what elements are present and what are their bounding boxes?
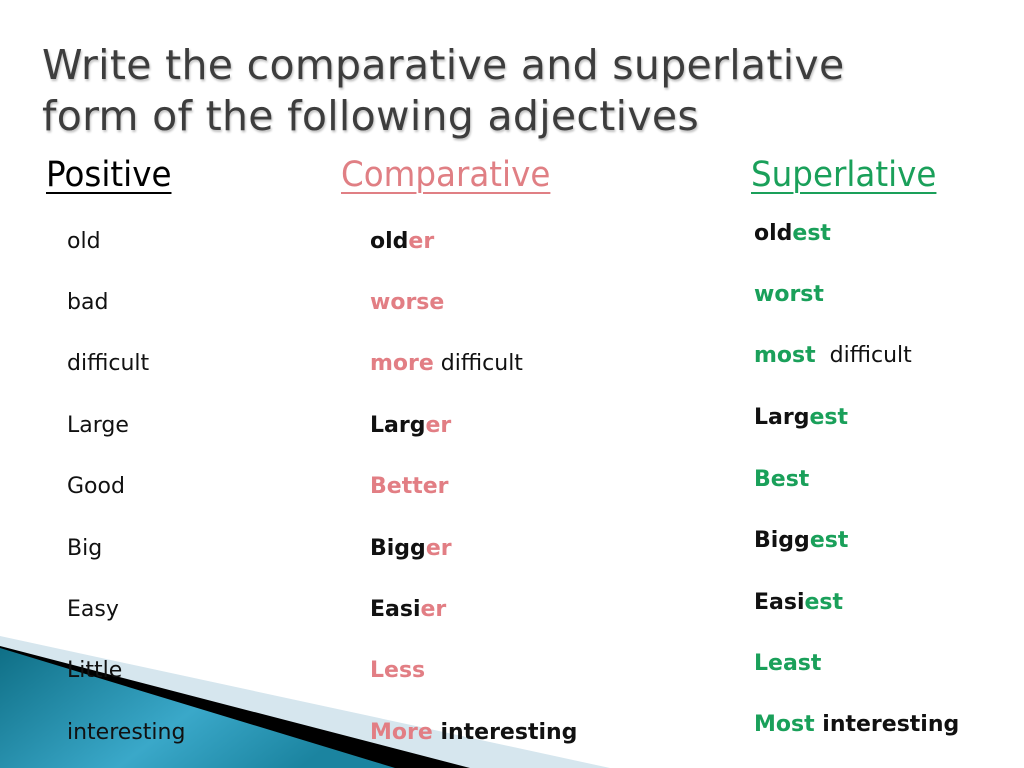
- comparative-word: Better: [370, 474, 449, 499]
- comparative-word: Less: [370, 658, 425, 683]
- word-part: worse: [370, 290, 445, 315]
- superlative-word: Easiest: [754, 590, 843, 615]
- teal-triangle-shape: [0, 648, 395, 768]
- word-part: Most: [754, 712, 815, 737]
- superlative-word: Best: [754, 467, 809, 492]
- word-part: worst: [754, 282, 824, 307]
- superlative-word: Most interesting: [754, 712, 959, 737]
- superlative-word: Largest: [754, 405, 848, 430]
- word-part: most: [754, 343, 816, 368]
- word-part: est: [804, 590, 844, 615]
- word-part: Least: [754, 651, 822, 676]
- superlative-word: worst: [754, 282, 824, 307]
- word-part: er: [408, 229, 435, 254]
- positive-word: bad: [67, 290, 109, 315]
- title-line-1: Write the comparative and superlative: [42, 41, 845, 89]
- word-part: est: [809, 528, 849, 553]
- positive-word: old: [67, 229, 101, 254]
- word-part: er: [420, 597, 447, 622]
- positive-word: interesting: [67, 720, 186, 745]
- positive-word: Little: [67, 658, 123, 683]
- word-part: More: [370, 720, 433, 745]
- word-part: Larg: [754, 405, 810, 430]
- word-part: interesting: [814, 712, 960, 737]
- word-part: est: [809, 405, 849, 430]
- header-comparative: Comparative: [341, 155, 551, 195]
- superlative-word: Biggest: [754, 528, 848, 553]
- title-line-2: form of the following adjectives: [42, 92, 700, 140]
- word-part: Bigg: [754, 528, 810, 553]
- word-part: est: [792, 221, 831, 246]
- superlative-word: most difficult: [754, 343, 912, 368]
- word-part: difficult: [815, 343, 912, 368]
- positive-word: Large: [67, 413, 129, 438]
- header-positive: Positive: [46, 155, 172, 195]
- word-part: difficult: [433, 351, 523, 376]
- positive-word: Big: [67, 536, 103, 561]
- comparative-word: worse: [370, 290, 444, 315]
- positive-word: difficult: [67, 351, 150, 376]
- comparative-word: older: [370, 229, 434, 254]
- word-part: er: [425, 536, 452, 561]
- positive-word: Easy: [67, 597, 119, 622]
- positive-word: Good: [67, 474, 125, 499]
- header-superlative: Superlative: [751, 155, 937, 195]
- comparative-word: Easier: [370, 597, 446, 622]
- comparative-word: Larger: [370, 413, 451, 438]
- superlative-word: oldest: [754, 221, 831, 246]
- word-part: Easi: [370, 597, 421, 622]
- word-part: Bigg: [370, 536, 426, 561]
- word-part: Best: [754, 467, 810, 492]
- word-part: more: [370, 351, 434, 376]
- word-part: er: [425, 413, 452, 438]
- comparative-word: More interesting: [370, 720, 577, 745]
- word-part: old: [754, 221, 793, 246]
- word-part: old: [370, 229, 409, 254]
- page-title: Write the comparative and superlative fo…: [42, 40, 844, 142]
- word-part: Better: [370, 474, 449, 499]
- word-part: interesting: [432, 720, 578, 745]
- comparative-word: more difficult: [370, 351, 523, 376]
- superlative-word: Least: [754, 651, 821, 676]
- word-part: Easi: [754, 590, 805, 615]
- word-part: Less: [370, 658, 426, 683]
- word-part: Larg: [370, 413, 426, 438]
- comparative-word: Bigger: [370, 536, 452, 561]
